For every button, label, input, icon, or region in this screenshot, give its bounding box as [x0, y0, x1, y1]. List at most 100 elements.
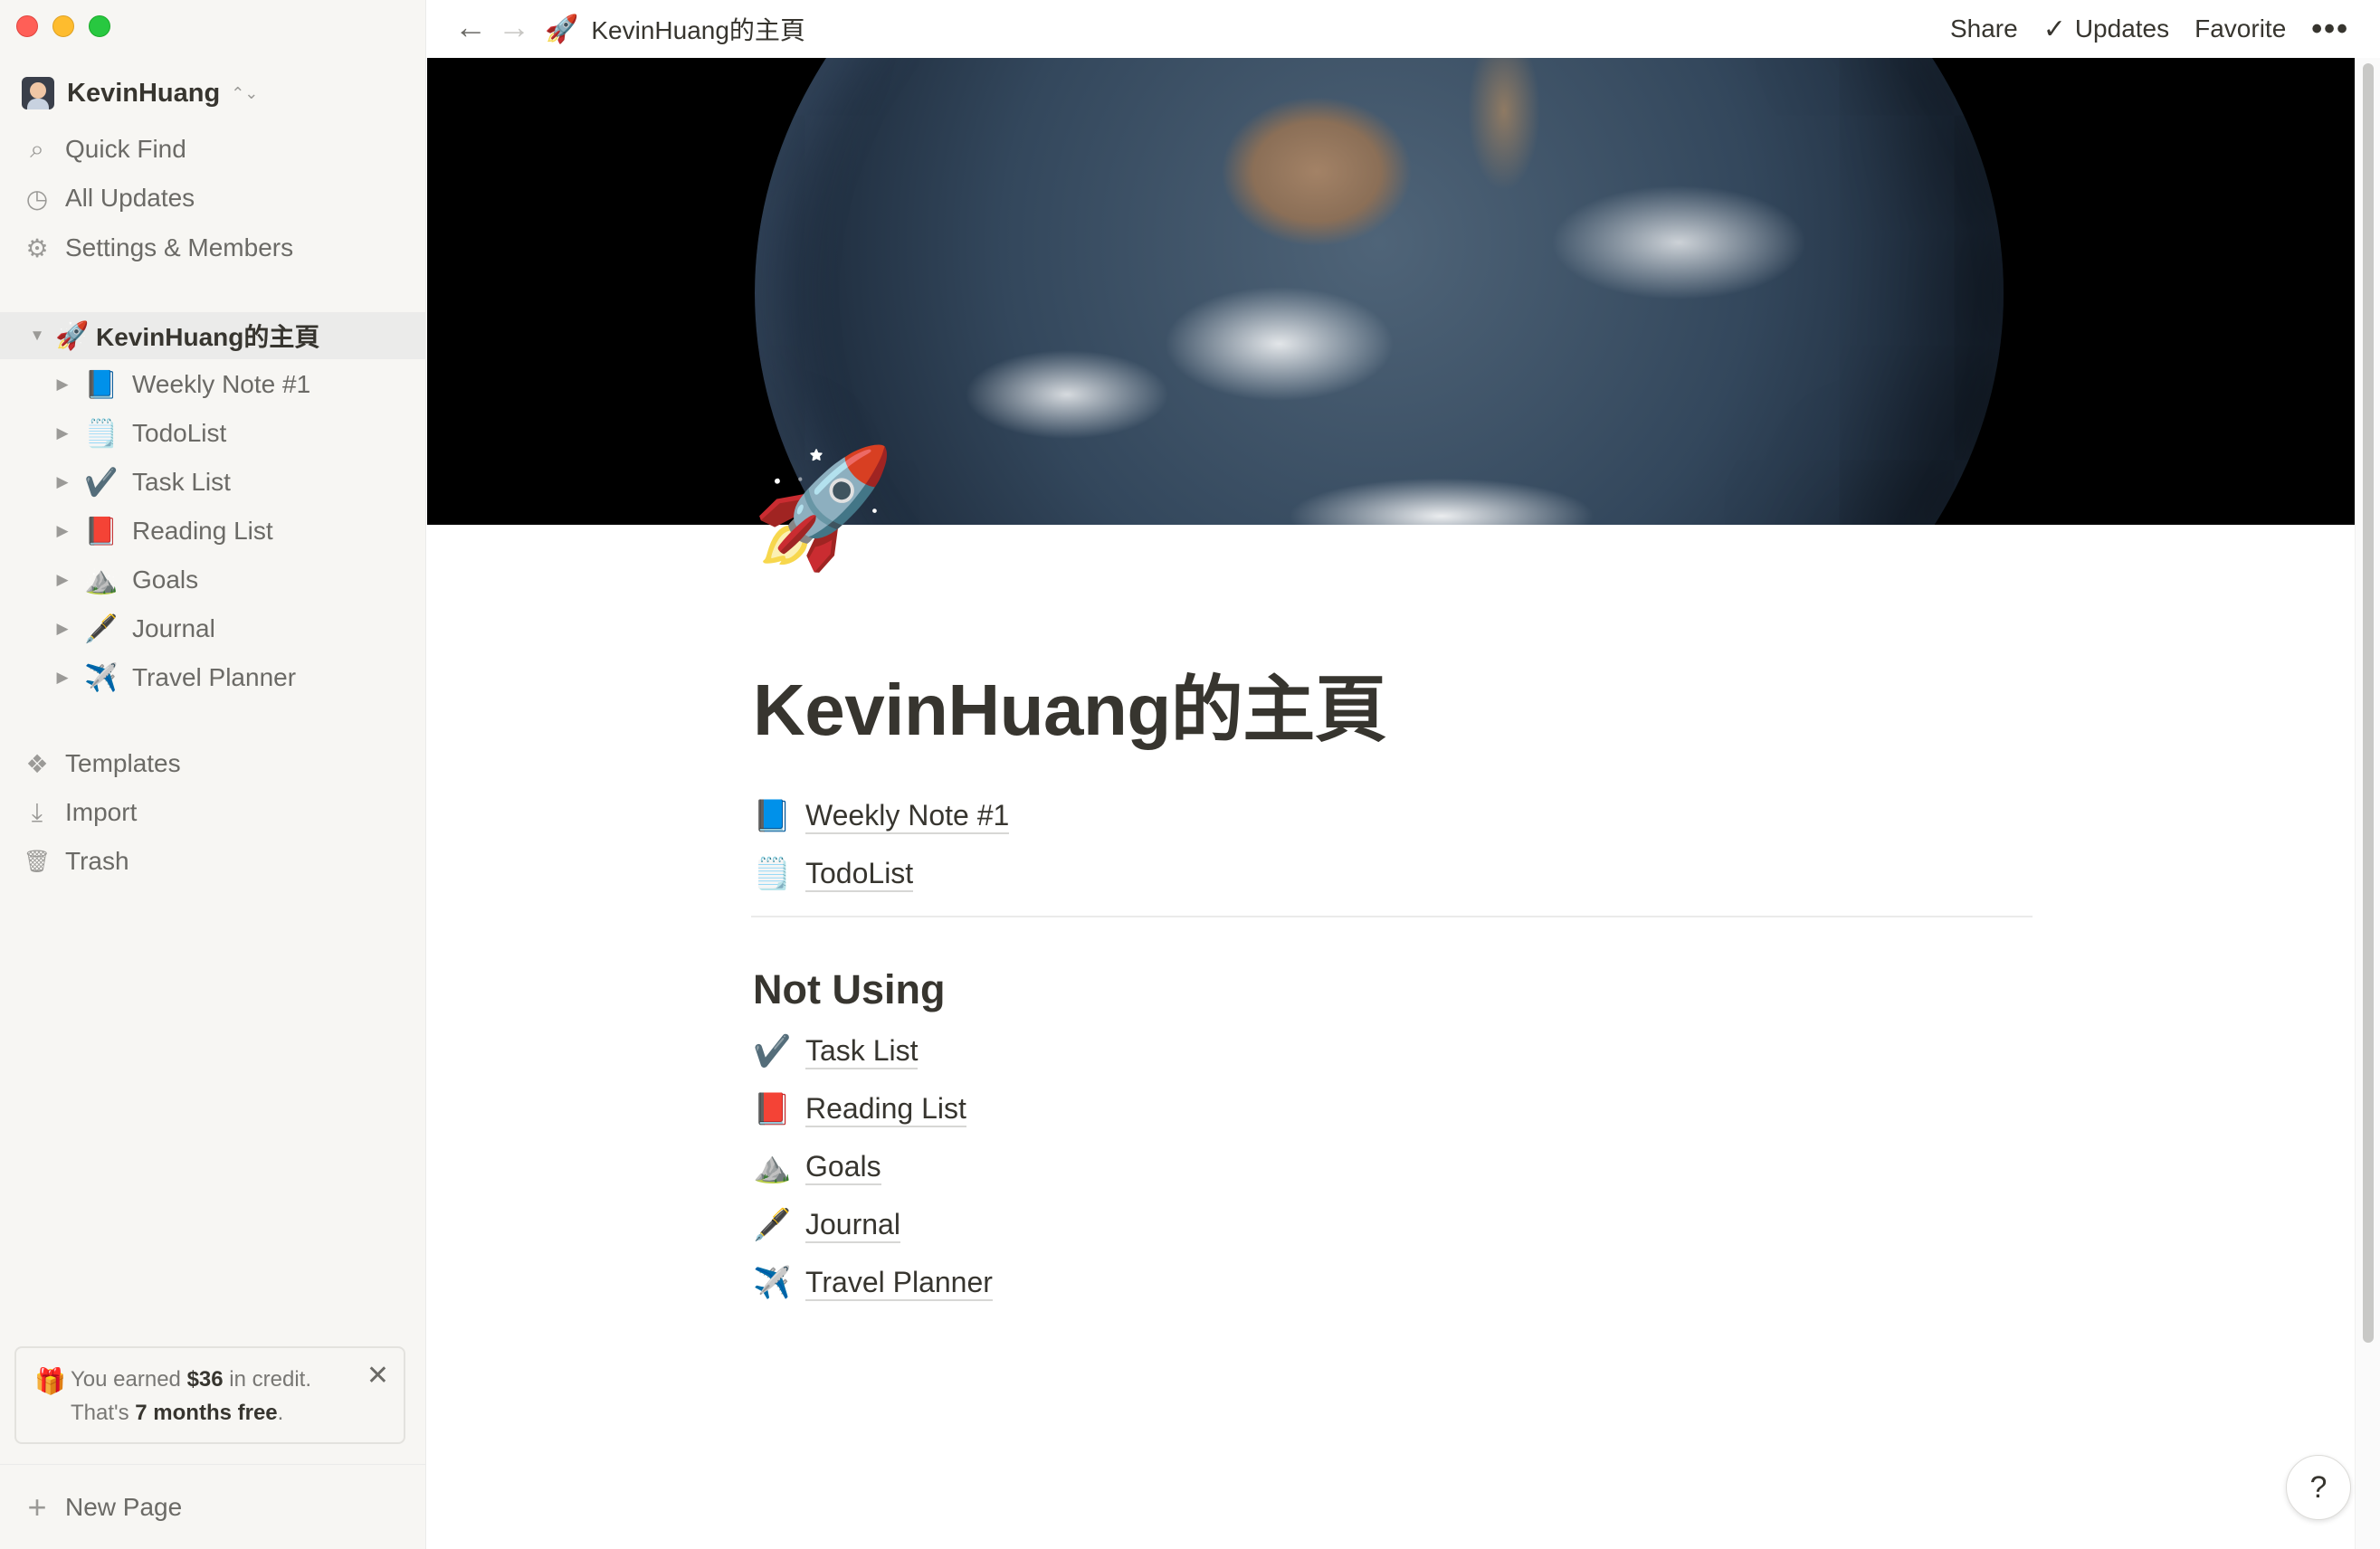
templates-label: Templates [65, 749, 181, 777]
credit-line-1: You earned $36 in credit. [71, 1363, 387, 1396]
cover-image[interactable] [427, 58, 2355, 525]
caret-right-icon[interactable]: ▶ [52, 522, 72, 540]
topbar-actions: Share ✓ Updates Favorite ••• [1925, 9, 2349, 49]
sidebar-page-todolist[interactable]: ▶ 🗒️ TodoList [0, 410, 426, 457]
sidebar-page-travel-planner[interactable]: ▶ ✈️ Travel Planner [0, 654, 426, 701]
scrollbar[interactable] [2355, 58, 2380, 1549]
credit-text: You earned [71, 1367, 187, 1392]
chevron-updown-icon: ⌃⌄ [231, 84, 259, 102]
earth-image [755, 58, 2004, 525]
sidebar-page-home[interactable]: ▼ 🚀 KevinHuang的主頁 [0, 312, 426, 359]
pen-icon: 🖋️ [753, 1208, 792, 1242]
page-link-label: Reading List [805, 1091, 966, 1127]
page-link-reading-list[interactable]: 📕 Reading List [753, 1086, 966, 1133]
page-link-travel-planner[interactable]: ✈️ Travel Planner [753, 1259, 993, 1307]
sidebar-page-label: Goals [132, 565, 199, 594]
checkmark-icon: ✔️ [753, 1034, 792, 1069]
back-arrow-icon[interactable]: ← [454, 7, 487, 47]
page-link-label: Weekly Note #1 [805, 798, 1010, 834]
sidebar-page-label: Reading List [132, 517, 273, 545]
all-updates-label: All Updates [65, 184, 195, 212]
airplane-icon: ✈️ [753, 1266, 792, 1300]
blue-book-icon: 📘 [84, 369, 119, 400]
quick-find-label: Quick Find [65, 135, 186, 163]
templates[interactable]: ❖ Templates [22, 744, 181, 784]
caret-right-icon[interactable]: ▶ [52, 375, 72, 394]
caret-right-icon[interactable]: ▶ [52, 424, 72, 442]
quick-find[interactable]: ⌕ Quick Find [22, 129, 186, 169]
caret-right-icon[interactable]: ▶ [52, 473, 72, 491]
window-zoom-button[interactable] [89, 15, 110, 37]
window-minimize-button[interactable] [52, 15, 74, 37]
page-link-weekly-note[interactable]: 📘 Weekly Note #1 [753, 793, 1010, 840]
scrollbar-thumb[interactable] [2363, 63, 2374, 1343]
credit-line-2: That's 7 months free. [71, 1396, 387, 1430]
divider [751, 916, 2033, 917]
window-close-button[interactable] [16, 15, 38, 37]
sidebar-page-reading-list[interactable]: ▶ 📕 Reading List [0, 508, 426, 555]
help-button[interactable]: ? [2286, 1455, 2351, 1520]
red-book-icon: 📕 [753, 1092, 792, 1126]
sidebar-page-label: KevinHuang的主頁 [96, 323, 320, 351]
caret-right-icon[interactable]: ▶ [52, 669, 72, 687]
sidebar-page-label: Journal [132, 614, 215, 642]
page-link-journal[interactable]: 🖋️ Journal [753, 1202, 900, 1249]
sidebar: KevinHuang ⌃⌄ ⌕ Quick Find ◷ All Updates… [0, 0, 426, 1549]
mountain-icon: ⛰️ [84, 565, 119, 595]
page-link-todolist[interactable]: 🗒️ TodoList [753, 851, 914, 898]
caret-right-icon[interactable]: ▶ [52, 571, 72, 589]
sidebar-page-weekly-note[interactable]: ▶ 📘 Weekly Note #1 [0, 361, 426, 408]
plus-icon: + [27, 1488, 47, 1525]
sidebar-divider [0, 1464, 426, 1465]
sidebar-page-label: Travel Planner [132, 663, 297, 691]
trash[interactable]: 🗑 Trash [22, 841, 129, 881]
sidebar-page-journal[interactable]: ▶ 🖋️ Journal [0, 605, 426, 652]
notepad-icon: 🗒️ [753, 857, 792, 891]
all-updates[interactable]: ◷ All Updates [22, 178, 195, 218]
updates-button[interactable]: ✓ Updates [2043, 14, 2169, 45]
trash-icon: 🗑 [23, 849, 52, 874]
gear-icon: ⚙ [25, 233, 49, 262]
credit-banner: 🎁 ✕ You earned $36 in credit. That's 7 m… [14, 1346, 405, 1444]
airplane-icon: ✈️ [84, 662, 119, 693]
caret-down-icon[interactable]: ▼ [27, 327, 47, 345]
sidebar-page-label: TodoList [132, 419, 227, 447]
page-link-label: Goals [805, 1149, 881, 1185]
close-icon[interactable]: ✕ [367, 1359, 389, 1392]
workspace-switcher[interactable]: KevinHuang ⌃⌄ [22, 75, 258, 111]
templates-icon: ❖ [25, 749, 49, 778]
mountain-icon: ⛰️ [753, 1150, 792, 1184]
credit-text: That's [71, 1401, 136, 1425]
forward-arrow-icon[interactable]: → [498, 7, 530, 47]
credit-amount: $36 [186, 1367, 224, 1392]
import[interactable]: ⤓ Import [22, 793, 138, 832]
settings-members-label: Settings & Members [65, 233, 294, 261]
sidebar-page-goals[interactable]: ▶ ⛰️ Goals [0, 556, 426, 603]
new-page-label: New Page [65, 1493, 183, 1521]
check-icon: ✓ [2042, 14, 2066, 44]
share-button[interactable]: Share [1950, 14, 2018, 43]
workspace-name: KevinHuang [67, 78, 221, 108]
sidebar-page-label: Weekly Note #1 [132, 370, 311, 398]
page-link-goals[interactable]: ⛰️ Goals [753, 1144, 881, 1191]
updates-label: Updates [2074, 14, 2170, 43]
favorite-button[interactable]: Favorite [2194, 14, 2286, 43]
checkmark-icon: ✔️ [84, 467, 119, 498]
new-page-button[interactable]: + New Page [22, 1487, 182, 1527]
page-link-task-list[interactable]: ✔️ Task List [753, 1028, 919, 1075]
sidebar-page-task-list[interactable]: ▶ ✔️ Task List [0, 459, 426, 506]
rocket-icon: 🚀 [55, 320, 90, 351]
caret-right-icon[interactable]: ▶ [52, 620, 72, 638]
sidebar-page-label: Task List [132, 468, 231, 496]
rocket-icon: 🚀 [545, 14, 579, 44]
avatar [22, 77, 54, 109]
page-link-label: Travel Planner [805, 1265, 993, 1301]
settings-members[interactable]: ⚙ Settings & Members [22, 228, 293, 268]
page-icon[interactable]: 🚀 [751, 451, 895, 566]
breadcrumb[interactable]: 🚀 KevinHuang的主頁 [545, 11, 805, 47]
page-link-label: Task List [805, 1033, 919, 1069]
page-title[interactable]: KevinHuang的主頁 [753, 660, 1387, 760]
section-heading[interactable]: Not Using [753, 963, 945, 1017]
red-book-icon: 📕 [84, 516, 119, 546]
more-icon[interactable]: ••• [2311, 12, 2349, 47]
